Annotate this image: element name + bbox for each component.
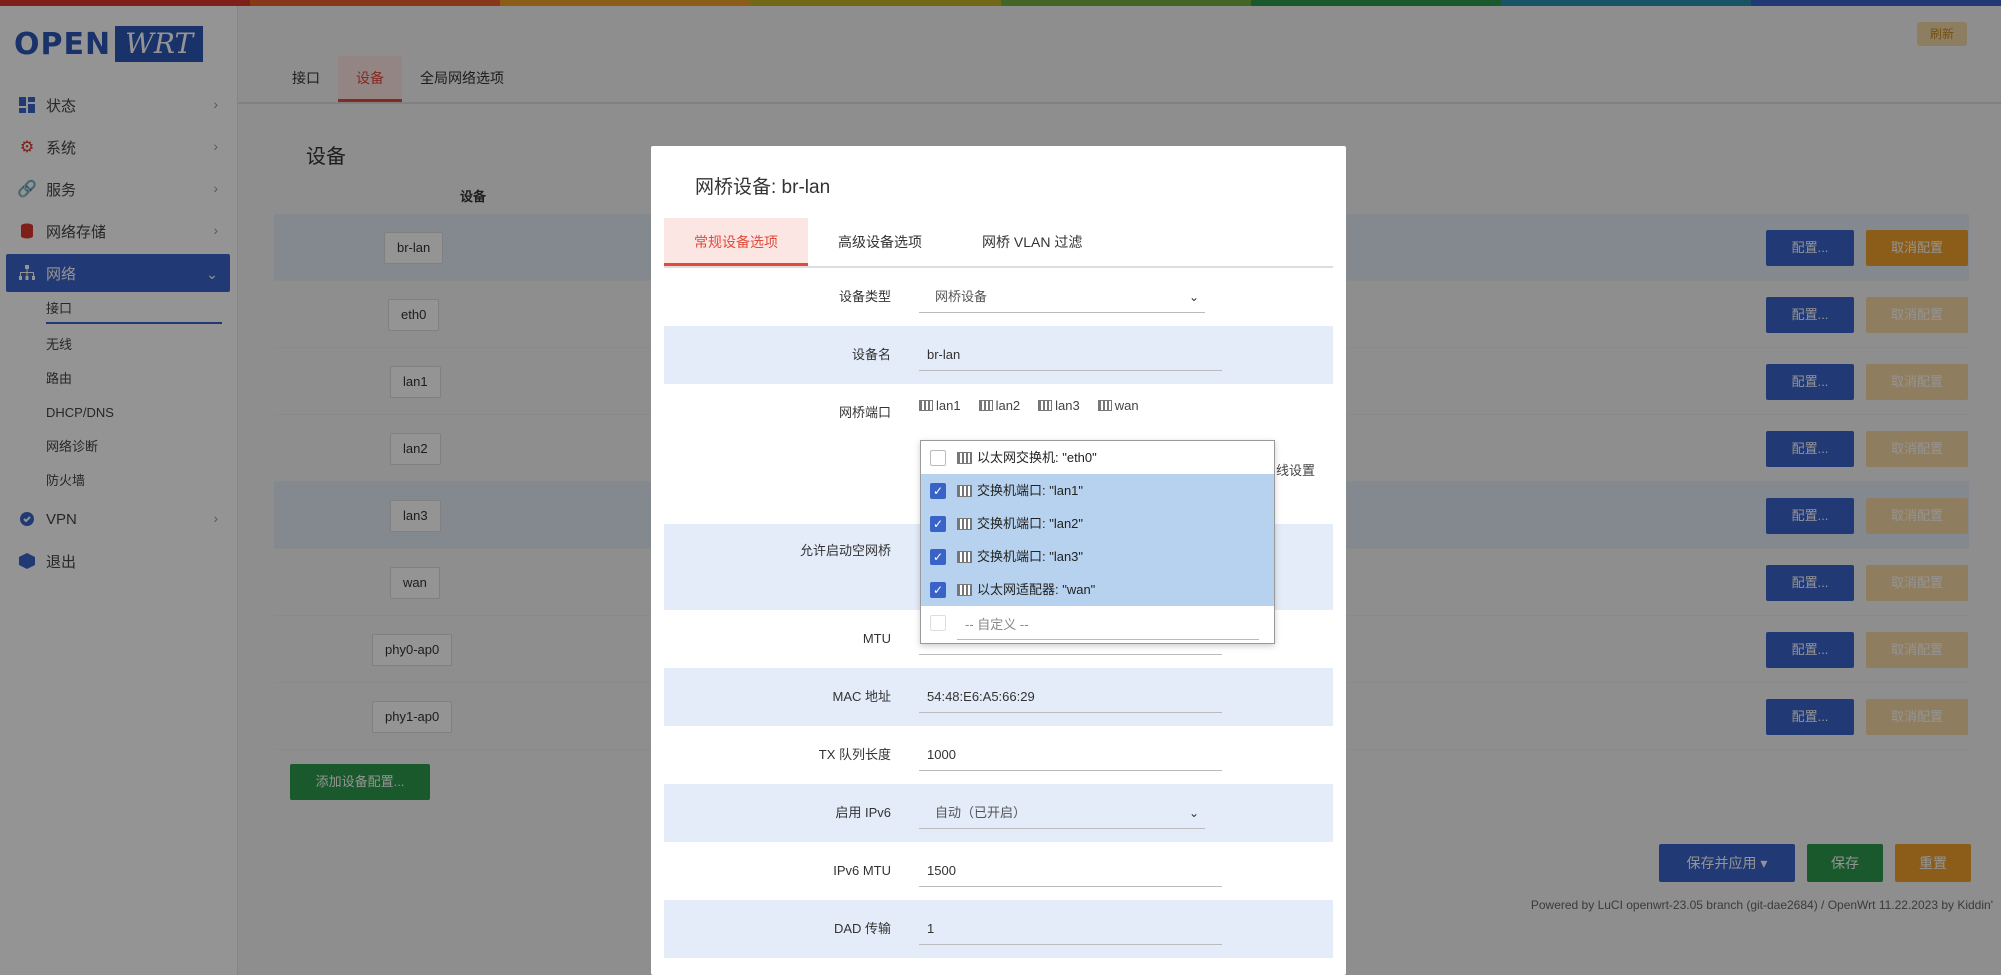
checkbox[interactable] [930,615,946,631]
dropdown-option-eth0[interactable]: 以太网交换机: "eth0" [921,441,1274,474]
switch-port-icon [957,518,972,530]
bridge-ports-dropdown: 以太网交换机: "eth0" ✓ 交换机端口: "lan1" ✓ 交换机端口: … [920,440,1275,644]
switch-port-icon [978,400,993,411]
chevron-down-icon: ⌄ [1188,806,1199,820]
switch-port-icon [957,551,972,563]
option-label: 交换机端口: "lan1" [977,483,1084,498]
device-type-select[interactable]: 网桥设备 ⌄ [919,283,1205,313]
empty-bridge-label: 允许启动空网桥 [799,543,891,558]
device-name-input[interactable]: br-lan [919,341,1222,371]
checkbox[interactable] [930,450,946,466]
tab-bridge-vlan-filtering[interactable]: 网桥 VLAN 过滤 [952,218,1112,266]
port-label: wan [1114,398,1139,413]
device-name-label: 设备名 [851,347,891,362]
tab-advanced-options[interactable]: 高级设备选项 [808,218,952,266]
chevron-down-icon: ⌄ [1188,290,1199,304]
txq-label: TX 队列长度 [818,747,891,762]
port-chip: lan3 [1038,398,1080,413]
tab-general-options[interactable]: 常规设备选项 [664,218,808,266]
mtu-label: MTU [862,631,891,646]
form-row-dad: DAD 传输 1 [664,900,1333,958]
dropdown-option-custom[interactable]: -- 自定义 -- [921,606,1274,640]
form-row-ipv6-mtu: IPv6 MTU 1500 [664,842,1333,900]
port-chip: lan1 [919,398,961,413]
checkbox-checked[interactable]: ✓ [930,582,946,598]
ethernet-adapter-icon [957,584,972,596]
option-label: 以太网交换机: "eth0" [977,450,1097,465]
port-label: lan2 [995,398,1021,413]
txq-input[interactable]: 1000 [919,741,1222,771]
bridge-ports-select[interactable]: lan1 lan2 lan3 wan [919,398,1139,413]
switch-port-icon [957,485,972,497]
custom-input[interactable]: -- 自定义 -- [957,611,1259,640]
dropdown-option-lan3[interactable]: ✓ 交换机端口: "lan3" [921,540,1274,573]
device-type-label: 设备类型 [838,289,891,304]
form-row-device-name: 设备名 br-lan [664,326,1333,384]
port-label: lan3 [1055,398,1080,413]
port-chip: wan [1097,398,1139,413]
modal-title: 网桥设备: br-lan [695,177,831,198]
dropdown-option-lan1[interactable]: ✓ 交换机端口: "lan1" [921,474,1274,507]
ipv6-mtu-label: IPv6 MTU [833,863,891,878]
option-label: 交换机端口: "lan2" [977,516,1084,531]
mac-input[interactable]: 54:48:E6:A5:66:29 [919,683,1222,713]
ipv6-label: 启用 IPv6 [835,805,891,820]
bridge-ports-label: 网桥端口 [838,405,891,420]
mac-label: MAC 地址 [832,689,891,704]
switch-port-icon [919,400,933,411]
ipv6-value: 自动（已开启） [935,805,1027,820]
form-row-ipv6: 启用 IPv6 自动（已开启） ⌄ [664,784,1333,842]
form-row-mac: MAC 地址 54:48:E6:A5:66:29 [664,668,1333,726]
port-label: lan1 [936,398,961,413]
switch-port-icon [1038,400,1053,411]
dropdown-option-lan2[interactable]: ✓ 交换机端口: "lan2" [921,507,1274,540]
modal-tabs: 常规设备选项 高级设备选项 网桥 VLAN 过滤 [664,218,1333,268]
ethernet-adapter-icon [1097,400,1112,411]
dad-input[interactable]: 1 [919,915,1222,945]
dad-label: DAD 传输 [833,921,891,936]
ipv6-mtu-input[interactable]: 1500 [919,857,1222,887]
checkbox-checked[interactable]: ✓ [930,516,946,532]
form-row-txqueue: TX 队列长度 1000 [664,726,1333,784]
form-row-device-type: 设备类型 网桥设备 ⌄ [664,268,1333,326]
device-type-value: 网桥设备 [935,289,988,304]
option-label: 交换机端口: "lan3" [977,549,1084,564]
switch-icon [957,452,972,464]
ipv6-select[interactable]: 自动（已开启） ⌄ [919,799,1205,829]
option-label: 以太网适配器: "wan" [977,582,1096,597]
checkbox-checked[interactable]: ✓ [930,483,946,499]
port-chip: lan2 [978,398,1021,413]
dropdown-option-wan[interactable]: ✓ 以太网适配器: "wan" [921,573,1274,606]
overflow-label-text: 线设置 [1276,463,1316,478]
checkbox-checked[interactable]: ✓ [930,549,946,565]
